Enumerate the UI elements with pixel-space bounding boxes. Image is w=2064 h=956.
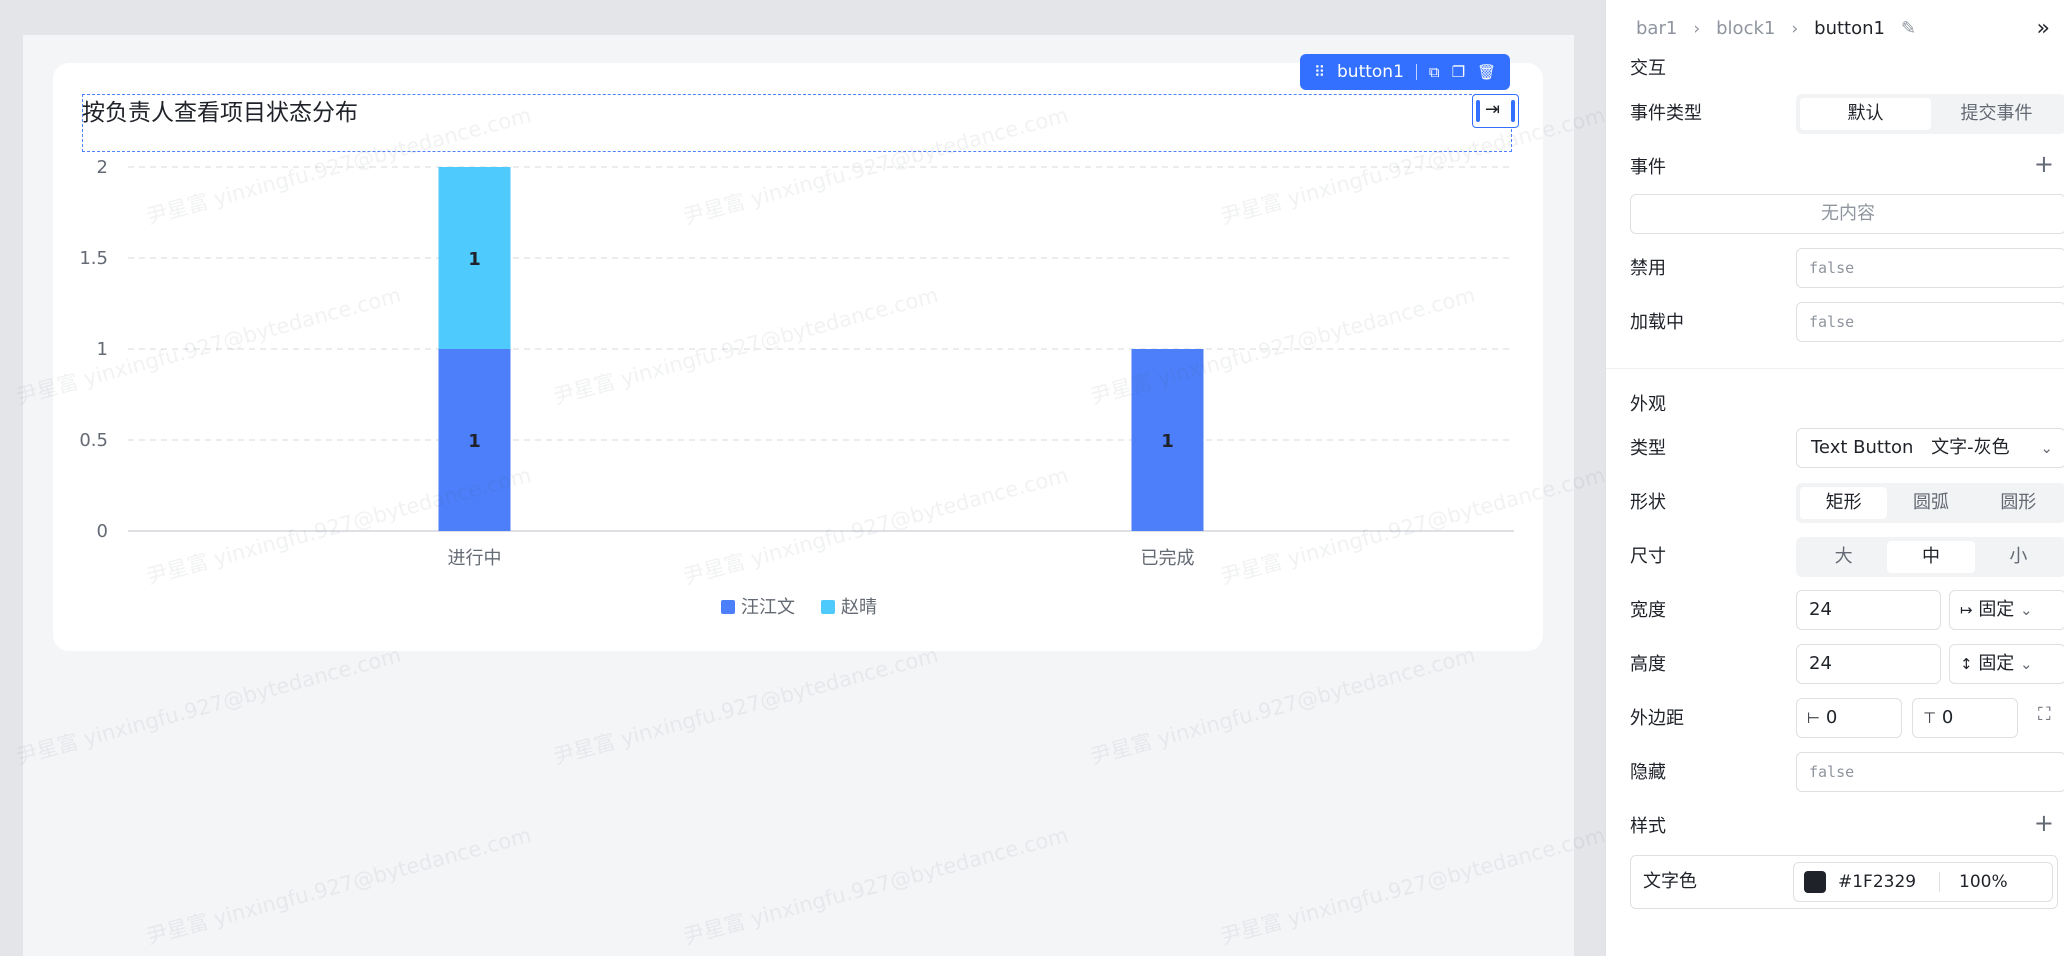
hidden-label: 隐藏 xyxy=(1630,762,1666,783)
event-type-submit-option[interactable]: 提交事件 xyxy=(1931,98,2062,130)
loading-label: 加载中 xyxy=(1630,312,1684,333)
y-tick-label: 1.5 xyxy=(79,248,108,269)
width-mode-value: 固定 xyxy=(1978,599,2015,620)
add-event-icon[interactable]: + xyxy=(2034,150,2054,178)
height-mode-value: 固定 xyxy=(1978,653,2015,674)
y-tick-label: 0 xyxy=(97,521,108,542)
margin-horizontal-value: 0 xyxy=(1825,707,1838,728)
type-subvalue: 文字-灰色 xyxy=(1931,437,2010,458)
section-divider xyxy=(1606,368,2064,369)
shape-label: 形状 xyxy=(1630,492,1666,513)
breadcrumb-button1: button1 xyxy=(1814,18,1885,39)
bar-value-label: 1 xyxy=(468,431,481,452)
x-tick-label: 已完成 xyxy=(1141,548,1195,569)
property-panel: bar1 › block1 › button1 ✎ » 交互 事件类型 默认 提… xyxy=(1605,0,2064,956)
size-large-option[interactable]: 大 xyxy=(1800,541,1887,573)
legend-swatch xyxy=(721,600,735,614)
edit-icon[interactable]: ✎ xyxy=(1901,18,1916,39)
events-label: 事件 xyxy=(1630,157,1666,178)
margin-label: 外边距 xyxy=(1630,708,1684,729)
legend-label: 赵晴 xyxy=(841,597,877,618)
style-section-title: 样式 xyxy=(1630,816,1666,837)
margin-horizontal-input[interactable]: ⊢ 0 xyxy=(1796,698,1902,738)
x-tick-label: 进行中 xyxy=(448,548,502,569)
chevron-down-icon: ⌄ xyxy=(2040,439,2053,457)
width-mode-icon: ↦ xyxy=(1960,601,1973,619)
shape-arc-option[interactable]: 圆弧 xyxy=(1887,487,1974,519)
text-color-picker[interactable]: #1F2329 100% xyxy=(1793,862,2053,902)
text-color-hex[interactable]: #1F2329 xyxy=(1838,863,1916,901)
margin-vertical-value: 0 xyxy=(1941,707,1954,728)
breadcrumb: bar1 › block1 › button1 ✎ xyxy=(1636,18,1916,39)
size-label: 尺寸 xyxy=(1630,546,1666,567)
chevron-right-icon: › xyxy=(1693,18,1701,39)
size-medium-option[interactable]: 中 xyxy=(1887,541,1975,573)
shape-rect-option[interactable]: 矩形 xyxy=(1800,487,1888,519)
y-tick-label: 1 xyxy=(97,339,108,360)
height-mode-icon: ↕ xyxy=(1960,655,1973,673)
event-type-label: 事件类型 xyxy=(1630,103,1702,124)
interaction-section-title: 交互 xyxy=(1630,58,1666,79)
hidden-input[interactable]: false xyxy=(1796,752,2064,792)
margin-vertical-icon: ⊤ xyxy=(1923,709,1937,727)
events-empty-box[interactable]: 无内容 xyxy=(1630,194,2064,234)
size-segmented: 大 中 小 xyxy=(1796,537,2064,577)
chevron-down-icon: ⌄ xyxy=(2020,601,2033,619)
shape-circle-option[interactable]: 圆形 xyxy=(1975,487,2062,519)
height-input[interactable]: 24 xyxy=(1796,644,1941,684)
height-mode-select[interactable]: ↕ 固定 ⌄ xyxy=(1949,644,2064,684)
text-color-opacity[interactable]: 100% xyxy=(1959,863,2008,901)
size-small-option[interactable]: 小 xyxy=(1975,541,2062,573)
chevron-down-icon: ⌄ xyxy=(2020,655,2033,673)
loading-input[interactable]: false xyxy=(1796,302,2064,342)
shape-segmented: 矩形 圆弧 圆形 xyxy=(1796,483,2064,523)
margin-horizontal-icon: ⊢ xyxy=(1807,709,1821,727)
y-tick-label: 0.5 xyxy=(79,430,108,451)
disabled-input[interactable]: false xyxy=(1796,248,2064,288)
width-label: 宽度 xyxy=(1630,600,1666,621)
width-mode-select[interactable]: ↦ 固定 ⌄ xyxy=(1949,590,2064,630)
collapse-panel-icon[interactable]: » xyxy=(2037,16,2050,41)
type-select[interactable]: Text Button 文字-灰色 ⌄ xyxy=(1796,428,2064,468)
width-input[interactable]: 24 xyxy=(1796,590,1941,630)
text-color-label: 文字色 xyxy=(1643,871,1697,892)
chevron-right-icon: › xyxy=(1791,18,1799,39)
event-type-segmented: 默认 提交事件 xyxy=(1796,94,2064,134)
appearance-section-title: 外观 xyxy=(1630,394,1666,415)
disabled-label: 禁用 xyxy=(1630,258,1666,279)
height-label: 高度 xyxy=(1630,654,1666,675)
type-label: 类型 xyxy=(1630,438,1666,459)
bar-value-label: 1 xyxy=(468,249,481,270)
breadcrumb-bar1[interactable]: bar1 xyxy=(1636,18,1677,39)
add-style-icon[interactable]: + xyxy=(2034,809,2054,837)
picker-divider xyxy=(1939,872,1940,892)
y-tick-label: 2 xyxy=(97,157,108,178)
bar-value-label: 1 xyxy=(1161,431,1174,452)
text-color-row: 文字色 #1F2329 100% xyxy=(1630,855,2058,909)
color-swatch[interactable] xyxy=(1804,871,1826,893)
bar-chart: 0 0.5 1 1.5 2 1 1 进行中 1 已完成汪江文 赵晴 xyxy=(79,157,1514,618)
legend-label: 汪江文 xyxy=(741,597,795,618)
event-type-default-option[interactable]: 默认 xyxy=(1800,98,1931,130)
type-value: Text Button xyxy=(1811,437,1914,458)
breadcrumb-block1[interactable]: block1 xyxy=(1716,18,1775,39)
legend-swatch xyxy=(821,600,835,614)
expand-margin-icon[interactable]: ⛶ xyxy=(2038,704,2051,725)
margin-vertical-input[interactable]: ⊤ 0 xyxy=(1912,698,2018,738)
